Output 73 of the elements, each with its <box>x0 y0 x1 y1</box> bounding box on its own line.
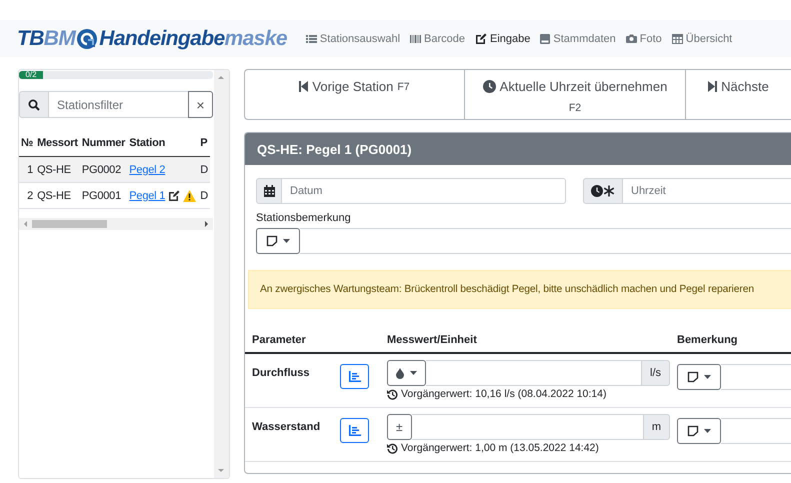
caret-icon <box>283 239 290 243</box>
skip-back-icon <box>299 81 308 92</box>
chart-button[interactable] <box>340 418 369 443</box>
unit-dropdown[interactable] <box>387 360 426 386</box>
station-link[interactable]: Pegel 1 <box>129 190 166 202</box>
droplet-icon <box>396 368 404 378</box>
table-cell: QS-HE <box>35 182 80 208</box>
clear-button[interactable]: × <box>188 91 213 118</box>
logo-brand: TBBM <box>17 26 76 50</box>
prev-button[interactable]: Vorige Station F7 <box>244 69 464 120</box>
nav-link[interactable]: Übersicht <box>666 32 738 44</box>
note-dropdown[interactable] <box>677 418 721 444</box>
logo-icon <box>77 28 98 48</box>
search-field[interactable]: Stationsfilter <box>49 91 188 118</box>
table-cell: 2 <box>19 182 36 208</box>
table-cell: QS-HE <box>35 156 80 182</box>
note-icon <box>687 371 699 383</box>
time-field[interactable]: Uhrzeit <box>623 178 791 204</box>
nav-link[interactable]: Barcode <box>405 32 470 44</box>
previous-value: Vorgängerwert: 1,00 m (13.05.2022 14:42) <box>401 442 599 454</box>
table-cell: D <box>198 156 210 182</box>
now-button[interactable]: Aktuelle Uhrzeit übernehmen F2 <box>464 69 685 120</box>
note-icon <box>266 235 278 247</box>
history-icon <box>387 388 398 400</box>
logo-title: Handeingabemaske <box>99 26 287 50</box>
column-header: Messwert/Einheit <box>387 334 477 346</box>
calendar-icon <box>264 185 274 197</box>
skip-forward-icon <box>708 81 718 92</box>
barcode-icon <box>410 34 422 44</box>
parameter-name: Wasserstand <box>252 420 322 433</box>
card-icon <box>540 34 550 44</box>
column-header: Parameter <box>252 334 306 346</box>
caret-icon <box>704 429 711 433</box>
nav-link[interactable]: Stammdaten <box>535 32 621 44</box>
caret-icon <box>704 375 711 379</box>
clock-snowflake-icon <box>591 185 615 197</box>
note-icon <box>687 425 699 437</box>
next-button[interactable]: Nächste <box>685 69 791 120</box>
unit-label: m <box>642 414 670 440</box>
note-dropdown[interactable] <box>256 228 300 254</box>
horizontal-scrollbar[interactable] <box>19 218 213 230</box>
caret-icon <box>410 371 417 375</box>
sign-button[interactable]: ± <box>387 414 412 440</box>
nav-link[interactable]: Eingabe <box>470 32 536 44</box>
nav-link[interactable]: Foto <box>620 32 667 44</box>
date-field[interactable]: Datum <box>282 178 566 204</box>
chart-icon <box>348 371 360 382</box>
unit-label: l/s <box>641 360 670 386</box>
value-field[interactable] <box>426 360 641 386</box>
grid-icon <box>672 34 683 44</box>
clock-icon <box>482 80 496 93</box>
chart-button[interactable] <box>340 364 369 389</box>
note-dropdown[interactable] <box>677 364 721 390</box>
alert-message: An zwergisches Wartungsteam: Brückentroll beschädigt Pegel, bitte unschädlich machen und Pegel reparieren <box>248 270 791 309</box>
search-icon <box>28 98 40 110</box>
table-cell: PG0002 <box>80 156 128 182</box>
value-field[interactable] <box>412 414 643 440</box>
table-cell: D <box>198 182 210 208</box>
vertical-scrollbar[interactable] <box>214 70 229 478</box>
previous-value: Vorgängerwert: 10,16 l/s (08.04.2022 10:14) <box>401 388 606 400</box>
card-header: QS-HE: Pegel 1 (PG0001) <box>245 133 791 165</box>
history-icon <box>387 442 398 454</box>
edit-icon <box>475 33 488 44</box>
list-icon <box>306 34 317 44</box>
field-label: Stationsbemerkung <box>256 212 352 224</box>
parameter-name: Durchfluss <box>252 366 310 379</box>
remark-field[interactable] <box>300 228 791 254</box>
camera-icon <box>626 34 637 43</box>
table-cell: PG0001 <box>80 182 128 208</box>
chart-icon <box>348 425 360 436</box>
column-header: Bemerkung <box>677 334 738 346</box>
table-cell: 1 <box>19 156 36 182</box>
nav-link[interactable]: Stationsauswahl <box>300 32 406 44</box>
